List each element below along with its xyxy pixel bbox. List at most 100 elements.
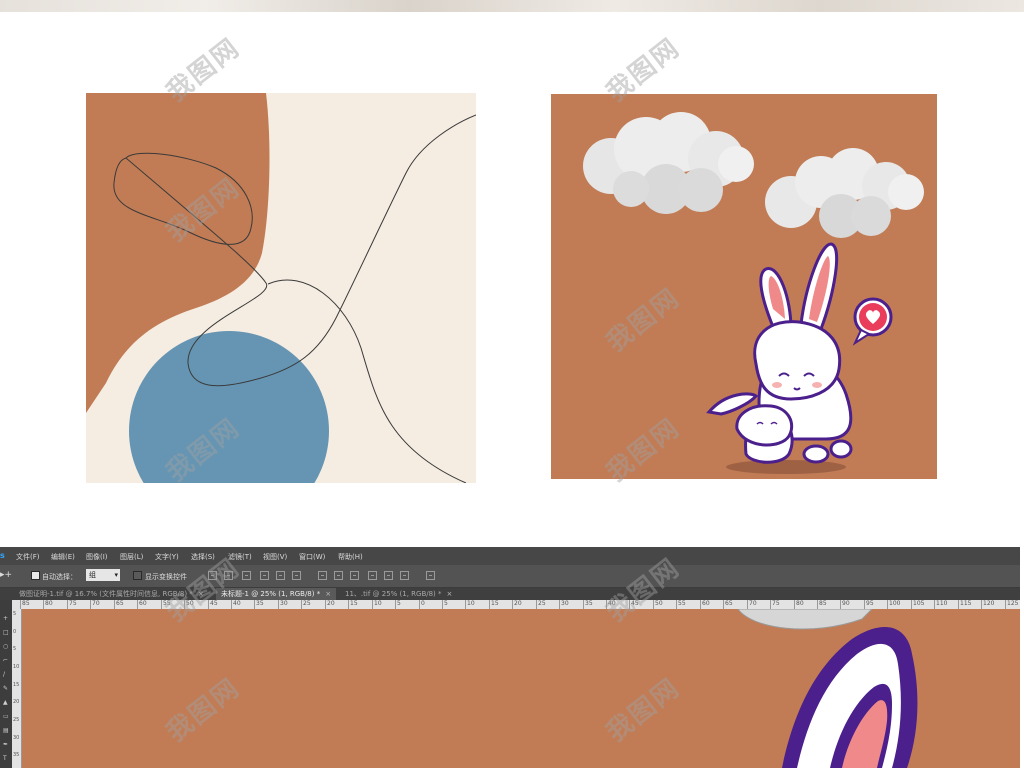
menu-edit[interactable]: 编辑(E) — [51, 552, 75, 562]
ruler-tick-label: 10 — [372, 600, 382, 609]
bunny-illustration — [583, 112, 924, 474]
abstract-art-panel — [86, 93, 476, 483]
ruler-tick-label: 15 — [13, 682, 20, 688]
ruler-tick-label: 125 — [1005, 600, 1019, 609]
ruler-tick-label: 35 — [583, 600, 593, 609]
align-left-icon[interactable] — [260, 571, 269, 580]
tab-document-3[interactable]: 11、.tif @ 25% (1, RGB/8) * × — [340, 588, 457, 600]
pen-tool-icon[interactable]: ✒ — [3, 742, 9, 748]
menu-type[interactable]: 文字(Y) — [155, 552, 179, 562]
ruler-tick-label: 30 — [13, 735, 20, 741]
blue-circle — [129, 331, 329, 483]
ruler-tick-label: 90 — [840, 600, 850, 609]
menu-layer[interactable]: 图层(L) — [120, 552, 143, 562]
eraser-tool-icon[interactable]: ▭ — [3, 714, 9, 720]
menu-image[interactable]: 图像(I) — [86, 552, 108, 562]
tools-panel: + □ ○ ⌐ / ✎ ▲ ▭ ▤ ✒ T — [0, 588, 12, 768]
distribute-middle-icon[interactable] — [334, 571, 343, 580]
auto-select-label: 自动选择： — [42, 573, 77, 581]
ruler-tick-label: 40 — [231, 600, 241, 609]
auto-select-checkbox[interactable] — [31, 571, 40, 580]
fabric-photo-strip — [0, 0, 1024, 12]
distribute-right-icon[interactable] — [400, 571, 409, 580]
ruler-tick-label: 65 — [114, 600, 124, 609]
menu-select[interactable]: 选择(S) — [191, 552, 215, 562]
ruler-tick-label: 0 — [13, 629, 17, 635]
lasso-tool-icon[interactable]: ○ — [3, 644, 9, 650]
move-tool-icon[interactable]: + — [3, 616, 9, 622]
vertical-ruler: 5 0 5 10 15 20 25 30 35 — [12, 609, 22, 768]
cloud-left — [583, 112, 754, 214]
tab-document-2[interactable]: 未标题-1 @ 25% (1, RGB/8) * × — [216, 588, 337, 600]
ruler-tick-label: 115 — [958, 600, 972, 609]
document-canvas[interactable] — [22, 609, 1020, 768]
ruler-tick-label: 35 — [254, 600, 264, 609]
marquee-tool-icon[interactable]: □ — [3, 630, 9, 636]
distribute-top-icon[interactable] — [318, 571, 327, 580]
mother-cheek-right — [812, 382, 822, 388]
menu-window[interactable]: 窗口(W) — [299, 552, 325, 562]
ruler-tick-label: 80 — [794, 600, 804, 609]
ruler-tick-label: 75 — [770, 600, 780, 609]
ruler-tick-label: 80 — [43, 600, 53, 609]
show-transform-checkbox[interactable] — [133, 571, 142, 580]
align-bottom-icon[interactable] — [242, 571, 251, 580]
crop-tool-icon[interactable]: ⌐ — [3, 658, 9, 664]
tab-document-1[interactable]: 做图证明-1.tif @ 16.7% (文件属性时间信息, RGB/8) * × — [14, 588, 209, 600]
tab-close-icon[interactable]: × — [447, 590, 453, 598]
menu-file[interactable]: 文件(F) — [16, 552, 40, 562]
bunny-art-panel — [551, 94, 937, 479]
ruler-tick-label: 25 — [536, 600, 546, 609]
ruler-tick-label: 15 — [348, 600, 358, 609]
ruler-tick-label: 35 — [13, 752, 20, 758]
type-tool-icon[interactable]: T — [3, 756, 9, 762]
tab-close-icon[interactable]: × — [325, 590, 331, 598]
ruler-tick-label: 50 — [653, 600, 663, 609]
cloud-edge — [737, 609, 873, 630]
move-tool-icon[interactable]: ▸+ — [0, 570, 12, 580]
menu-help[interactable]: 帮助(H) — [338, 552, 363, 562]
ruler-tick-label: 65 — [723, 600, 733, 609]
tab-label: 11、.tif @ 25% (1, RGB/8) * — [345, 590, 442, 598]
ruler-tick-label: 85 — [20, 600, 30, 609]
auto-align-icon[interactable] — [426, 571, 435, 580]
menu-filter[interactable]: 滤镜(T) — [228, 552, 252, 562]
ruler-tick-label: 70 — [90, 600, 100, 609]
gradient-tool-icon[interactable]: ▤ — [3, 728, 9, 734]
ruler-tick-label: 5 — [442, 600, 448, 609]
photoshop-logo-icon: s — [0, 551, 5, 560]
align-center-icon[interactable] — [276, 571, 285, 580]
mother-cheek-left — [772, 382, 782, 388]
stamp-tool-icon[interactable]: ▲ — [3, 700, 9, 706]
photoshop-window: s 文件(F) 编辑(E) 图像(I) 图层(L) 文字(Y) 选择(S) 滤镜… — [0, 547, 1020, 768]
canvas-artwork — [737, 609, 918, 768]
ruler-tick-label: 30 — [278, 600, 288, 609]
menu-bar: s 文件(F) 编辑(E) 图像(I) 图层(L) 文字(Y) 选择(S) 滤镜… — [0, 547, 1020, 565]
document-tabs: 做图证明-1.tif @ 16.7% (文件属性时间信息, RGB/8) * × … — [0, 588, 1020, 600]
distribute-left-icon[interactable] — [368, 571, 377, 580]
ruler-tick-label: 45 — [629, 600, 639, 609]
menu-view[interactable]: 视图(V) — [263, 552, 287, 562]
ruler-tick-label: 120 — [981, 600, 995, 609]
ruler-tick-label: 70 — [747, 600, 757, 609]
eyedropper-tool-icon[interactable]: / — [3, 672, 9, 678]
tab-close-icon[interactable]: × — [198, 590, 204, 598]
cloud-right — [765, 148, 924, 238]
ruler-tick-label: 95 — [864, 600, 874, 609]
ruler-tick-label: 85 — [817, 600, 827, 609]
auto-select-dropdown[interactable]: 组 — [86, 569, 120, 581]
ruler-tick-label: 20 — [13, 699, 20, 705]
align-right-icon[interactable] — [292, 571, 301, 580]
distribute-bottom-icon[interactable] — [350, 571, 359, 580]
align-middle-icon[interactable] — [224, 571, 233, 580]
brush-tool-icon[interactable]: ✎ — [3, 686, 9, 692]
bunny-shadow — [726, 460, 846, 474]
ruler-tick-label: 20 — [325, 600, 335, 609]
ruler-tick-label: 60 — [137, 600, 147, 609]
ruler-tick-label: 40 — [606, 600, 616, 609]
abstract-art — [86, 93, 476, 483]
options-bar: ▸+ 自动选择： 组 显示变换控件 — [0, 565, 1020, 588]
distribute-center-icon[interactable] — [384, 571, 393, 580]
ruler-tick-label: 5 — [395, 600, 401, 609]
align-top-icon[interactable] — [208, 571, 217, 580]
